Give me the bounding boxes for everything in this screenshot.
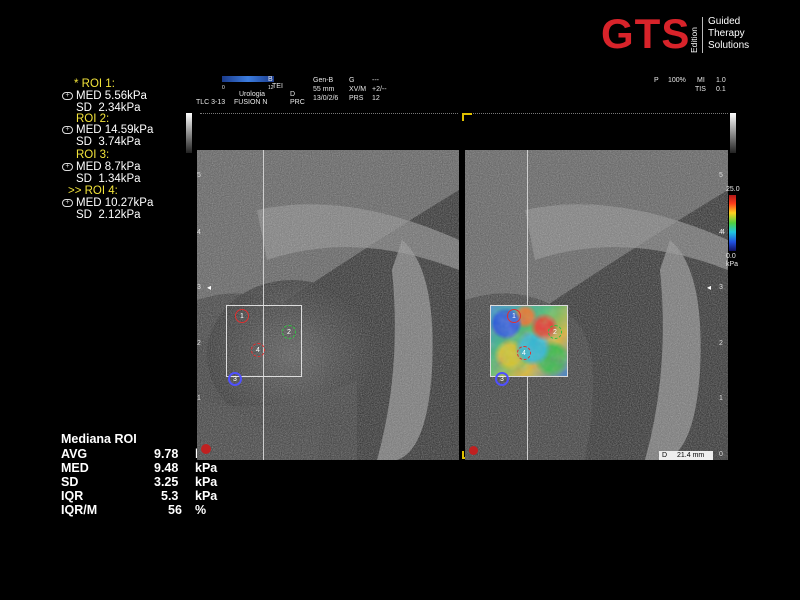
colorbar-mid: 4	[721, 229, 725, 236]
depth-tick-1-right: 1	[719, 395, 723, 402]
roi-3-med: MED 8.7kPa	[76, 161, 141, 173]
record-indicator-right-icon	[469, 446, 478, 455]
depth-value: 55 mm	[313, 86, 335, 93]
focus-marker-right-icon[interactable]: ◂	[707, 283, 711, 292]
depth-tick-3-right: 3	[719, 284, 723, 291]
scale-left-value: 0	[222, 85, 225, 91]
record-indicator-icon	[201, 444, 211, 454]
depth-tick-4-left: 4	[197, 229, 201, 236]
stat-sd-label: SD	[61, 475, 79, 489]
colorbar-max: 25.0	[726, 186, 740, 193]
tei-label: TEI	[272, 83, 283, 90]
tagline-line-2: Therapy	[708, 28, 745, 39]
stat-iqr-unit: kPa	[195, 489, 218, 503]
stat-avg-value: 9.78	[154, 447, 179, 461]
measurement-value: 21.4 mm	[677, 452, 705, 459]
brand-logo: GTS	[601, 10, 691, 57]
xvm-label: XV/M	[349, 86, 367, 93]
probe-name: TLC 3-13	[196, 99, 226, 106]
roi-4-toggle-icon[interactable]: +	[62, 199, 73, 207]
stat-med-unit: kPa	[195, 461, 218, 475]
depth-tick-0-right: 0	[719, 451, 723, 458]
elasticity-texture	[491, 306, 567, 376]
depth-tick-3-left: 3	[197, 284, 201, 291]
roi-1-med: MED 5.56kPa	[76, 90, 147, 102]
preset-label-1: Urologia	[239, 91, 266, 98]
roi-4-title: >> ROI 4:	[68, 185, 118, 197]
stat-iqrm-value: 56	[168, 503, 182, 517]
power-value: 100%	[668, 77, 686, 84]
roi-marker-3-left-label: 3	[233, 376, 237, 383]
roi-4-sd: SD 2.12kPa	[76, 209, 141, 221]
depth-tick-2-left: 2	[197, 340, 201, 347]
g-label: G	[349, 77, 355, 84]
mi-label: MI	[697, 77, 705, 84]
stat-med-value: 9.48	[154, 461, 179, 475]
roi-3-title: ROI 3:	[76, 149, 110, 161]
roi-marker-4-left-label: 4	[256, 347, 260, 354]
depth-tick-5-left: 5	[197, 172, 201, 179]
tagline-line-3: Solutions	[708, 40, 750, 51]
depth-tick-1-left: 1	[197, 395, 201, 402]
roi-3-sd: SD 1.34kPa	[76, 173, 141, 185]
gain-scale-bar	[222, 76, 274, 82]
top-ruler-right	[470, 113, 728, 114]
stat-iqrm-unit: %	[195, 503, 207, 517]
stat-avg-label: AVG	[61, 447, 88, 461]
roi-4-med: MED 10.27kPa	[76, 197, 154, 209]
elasticity-colorbar	[729, 195, 736, 251]
measurement-label: D	[662, 452, 668, 459]
top-ruler-left	[200, 113, 458, 114]
stat-sd-value: 3.25	[154, 475, 179, 489]
roi-2-toggle-icon[interactable]: +	[62, 126, 73, 134]
d-label: D	[290, 91, 296, 98]
prs-label: PRS	[349, 95, 364, 102]
tis-value: 0.1	[716, 86, 726, 93]
colorbar-unit: kPa	[726, 261, 739, 268]
g-value: ---	[372, 77, 379, 84]
tis-label: TIS	[695, 86, 706, 93]
roi-2-sd: SD 3.74kPa	[76, 136, 141, 148]
roi-marker-1-left-label: 1	[240, 313, 244, 320]
xvm-value: +2/--	[372, 86, 387, 93]
stat-sd-unit: kPa	[195, 475, 218, 489]
grayscale-bar-right	[730, 113, 736, 153]
roi-1-title: * ROI 1:	[74, 78, 115, 90]
depth-tick-2-right: 2	[719, 340, 723, 347]
roi-marker-2-left-label: 2	[287, 329, 291, 336]
depth-tick-5-right: 5	[719, 172, 723, 179]
prs-value: 12	[372, 95, 380, 102]
prc-label: PRC	[290, 99, 305, 106]
roi-1-toggle-icon[interactable]: +	[62, 92, 73, 100]
panel-corner-mark-top	[462, 113, 472, 121]
roi-marker-4-right-label: 4	[522, 350, 526, 357]
elasticity-color-map[interactable]	[490, 305, 568, 377]
preset-label-2: FUSION N	[234, 99, 268, 106]
elastography-image-panel[interactable]: 1 2 4 3 D 21.4 mm	[465, 150, 728, 460]
stat-iqr-label: IQR	[61, 489, 84, 503]
edition-text: Edition	[689, 27, 699, 53]
summary-title: Mediana ROI	[61, 432, 137, 446]
stat-iqrm-label: IQR/M	[61, 503, 98, 517]
focus-marker-left-icon[interactable]: ◂	[207, 283, 211, 292]
colorbar-min: 0.0	[726, 253, 736, 260]
logo-divider	[702, 17, 703, 53]
stat-iqr-value: 5.3	[161, 489, 179, 503]
edition-label: Edition	[689, 27, 699, 53]
roi-2-med: MED 14.59kPa	[76, 124, 154, 136]
grayscale-bar-left	[186, 113, 192, 153]
roi-marker-1-right-label: 1	[512, 313, 516, 320]
mi-value: 1.0	[716, 77, 726, 84]
roi-marker-3-right-label: 3	[500, 376, 504, 383]
bmode-image-panel[interactable]: 1 2 4 3	[197, 150, 459, 460]
roi-marker-2-right-label: 2	[553, 329, 557, 336]
stat-med-label: MED	[61, 461, 89, 475]
power-label: P	[654, 77, 659, 84]
measurement-box: D 21.4 mm	[659, 451, 713, 460]
gen-label: Gen-B	[313, 77, 334, 84]
roi-3-toggle-icon[interactable]: +	[62, 163, 73, 171]
prc-value: 13/0/2/6	[313, 95, 339, 102]
tagline-line-1: Guided	[708, 16, 741, 27]
